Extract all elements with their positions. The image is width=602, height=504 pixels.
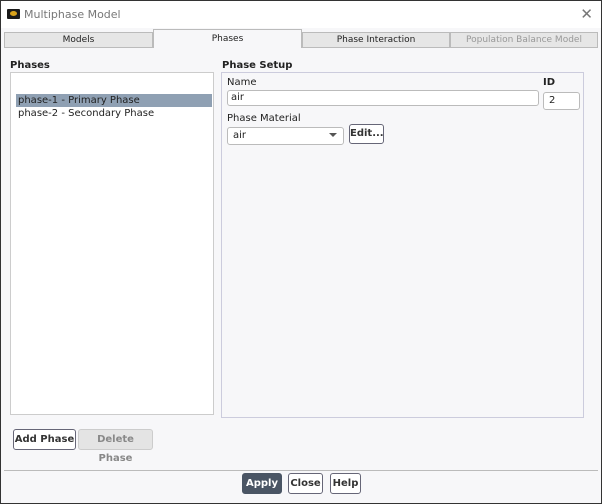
id-input[interactable]: 2 <box>543 92 580 110</box>
phases-list[interactable]: phase-1 - Primary Phase phase-2 - Second… <box>10 72 214 415</box>
tab-population-balance-model[interactable]: Population Balance Model <box>450 32 598 48</box>
edit-material-button[interactable]: Edit... <box>349 124 384 144</box>
phases-heading: Phases <box>10 60 50 71</box>
phase-setup-panel: Name air ID 2 Phase Material air Edit... <box>221 72 584 418</box>
tab-phase-interaction[interactable]: Phase Interaction <box>302 32 450 48</box>
delete-phase-button[interactable]: Delete Phase <box>78 429 153 464</box>
apply-button[interactable]: Apply <box>242 473 282 494</box>
tab-models[interactable]: Models <box>4 32 153 48</box>
name-label: Name <box>227 77 257 88</box>
help-button[interactable]: Help <box>330 473 361 494</box>
multiphase-model-dialog: Multiphase Model ✕ Models Phases Phase I… <box>0 0 602 504</box>
phase-material-dropdown[interactable]: air <box>227 127 344 145</box>
footer-divider <box>4 470 598 471</box>
phase-setup-heading: Phase Setup <box>222 60 293 71</box>
name-input[interactable]: air <box>227 90 539 106</box>
add-phase-button[interactable]: Add Phase <box>13 429 76 450</box>
close-button[interactable]: Close <box>288 473 323 494</box>
list-item[interactable]: phase-1 - Primary Phase <box>16 94 212 107</box>
tab-phases[interactable]: Phases <box>153 29 302 48</box>
chevron-down-icon <box>329 133 337 137</box>
app-logo-icon <box>7 9 20 19</box>
phase-material-label: Phase Material <box>227 113 301 124</box>
phase-material-value: air <box>233 130 247 141</box>
list-item[interactable]: phase-2 - Secondary Phase <box>16 107 212 120</box>
title-bar: Multiphase Model ✕ <box>1 1 601 28</box>
id-label: ID <box>543 77 556 88</box>
close-icon[interactable]: ✕ <box>580 5 593 23</box>
window-title: Multiphase Model <box>24 8 121 21</box>
